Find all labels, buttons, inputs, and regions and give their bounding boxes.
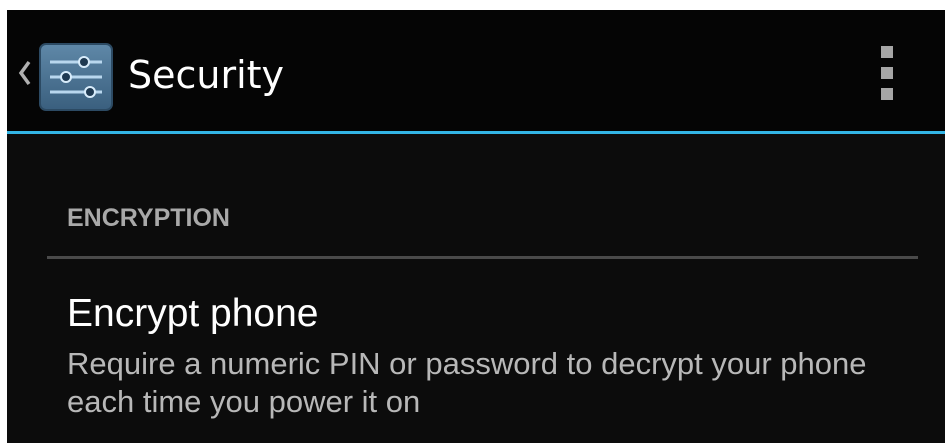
preference-summary: Require a numeric PIN or password to dec… [67,346,867,419]
security-settings-screen: Security ENCRYPTION Encrypt phone Requir… [7,10,945,443]
section-divider [47,256,918,259]
up-button[interactable] [7,10,127,131]
settings-sliders-icon [39,43,113,111]
overflow-menu-button[interactable] [865,38,909,108]
page-title: Security [128,53,285,97]
section-header-encryption: ENCRYPTION [67,204,230,232]
preference-title: Encrypt phone [67,292,319,335]
encrypt-phone-preference[interactable]: Encrypt phone Require a numeric PIN or p… [47,270,918,443]
overflow-dot [881,67,893,79]
action-bar: Security [7,10,945,131]
overflow-dot [881,88,893,100]
chevron-left-icon [18,60,31,86]
overflow-dot [881,46,893,58]
action-bar-divider [7,131,945,134]
